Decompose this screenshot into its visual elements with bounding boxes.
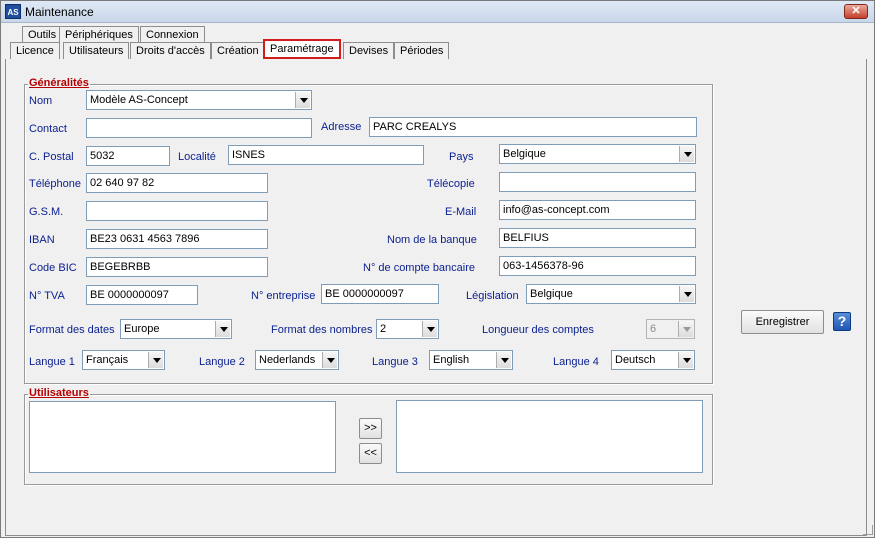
nom-select[interactable]: Modèle AS-Concept bbox=[86, 90, 312, 110]
tab-licence[interactable]: Licence bbox=[10, 42, 60, 59]
longueur-comptes-label: Longueur des comptes bbox=[482, 324, 594, 336]
gsm-field[interactable] bbox=[86, 201, 268, 221]
chevron-down-icon[interactable] bbox=[679, 146, 694, 162]
users-available-list[interactable] bbox=[29, 401, 336, 473]
langue1-label: Langue 1 bbox=[29, 356, 75, 368]
pays-select[interactable]: Belgique bbox=[499, 144, 696, 164]
tab-parametrage[interactable]: Paramétrage bbox=[263, 39, 341, 59]
tab-devises[interactable]: Devises bbox=[343, 42, 395, 59]
remove-user-button[interactable]: << bbox=[359, 443, 382, 464]
add-user-button[interactable]: >> bbox=[359, 418, 382, 439]
close-button[interactable]: ✕ bbox=[844, 4, 868, 19]
contact-field[interactable] bbox=[86, 118, 312, 138]
langue4-select[interactable]: Deutsch bbox=[611, 350, 695, 370]
help-icon[interactable]: ? bbox=[833, 312, 851, 331]
tab-periodes[interactable]: Périodes bbox=[394, 42, 450, 59]
users-selected-list[interactable] bbox=[396, 400, 703, 473]
iban-field[interactable]: BE23 0631 4563 7896 bbox=[86, 229, 268, 249]
langue3-label: Langue 3 bbox=[372, 356, 418, 368]
chevron-down-icon[interactable] bbox=[295, 92, 310, 108]
code-bic-field[interactable]: BEGEBRBB bbox=[86, 257, 268, 277]
langue4-label: Langue 4 bbox=[553, 356, 599, 368]
langue3-select[interactable]: English bbox=[429, 350, 513, 370]
langue1-select[interactable]: Français bbox=[82, 350, 165, 370]
chevron-down-icon[interactable] bbox=[496, 352, 511, 368]
localite-field[interactable]: ISNES bbox=[228, 145, 424, 165]
longueur-comptes-select: 6 bbox=[646, 319, 695, 339]
localite-label: Localité bbox=[178, 151, 216, 163]
chevron-down-icon[interactable] bbox=[215, 321, 230, 337]
langue2-select[interactable]: Nederlands bbox=[255, 350, 339, 370]
resize-grip[interactable] bbox=[863, 525, 873, 535]
legislation-select[interactable]: Belgique bbox=[526, 284, 696, 304]
save-button[interactable]: Enregistrer bbox=[741, 310, 824, 334]
nom-banque-label: Nom de la banque bbox=[387, 234, 477, 246]
telephone-label: Téléphone bbox=[29, 178, 81, 190]
contact-label: Contact bbox=[29, 123, 67, 135]
format-dates-label: Format des dates bbox=[29, 324, 115, 336]
chevron-down-icon[interactable] bbox=[679, 286, 694, 302]
legislation-label: Législation bbox=[466, 290, 519, 302]
entreprise-field[interactable]: BE 0000000097 bbox=[321, 284, 439, 304]
tab-droits-acces[interactable]: Droits d'accès bbox=[130, 42, 211, 59]
entreprise-label: N° entreprise bbox=[251, 290, 316, 302]
tab-creation[interactable]: Création bbox=[211, 42, 265, 59]
adresse-field[interactable]: PARC CREALYS bbox=[369, 117, 697, 137]
telecopie-field[interactable] bbox=[499, 172, 696, 192]
email-field[interactable]: info@as-concept.com bbox=[499, 200, 696, 220]
tab-peripheriques[interactable]: Périphériques bbox=[59, 26, 139, 43]
telecopie-label: Télécopie bbox=[427, 178, 475, 190]
email-label: E-Mail bbox=[445, 206, 477, 218]
code-postal-label: C. Postal bbox=[29, 151, 74, 163]
telephone-field[interactable]: 02 640 97 82 bbox=[86, 173, 268, 193]
app-icon: AS bbox=[5, 4, 21, 19]
nom-banque-field[interactable]: BELFIUS bbox=[499, 228, 696, 248]
langue2-label: Langue 2 bbox=[199, 356, 245, 368]
tva-label: N° TVA bbox=[29, 290, 65, 302]
title-bar: AS Maintenance ✕ bbox=[1, 1, 874, 23]
compte-bancaire-label: N° de compte bancaire bbox=[363, 262, 476, 274]
adresse-label: Adresse bbox=[321, 121, 362, 133]
format-nombres-label: Format des nombres bbox=[271, 324, 373, 336]
format-nombres-select[interactable]: 2 bbox=[376, 319, 439, 339]
code-bic-label: Code BIC bbox=[29, 262, 77, 274]
nom-label: Nom bbox=[29, 95, 53, 107]
chevron-down-icon[interactable] bbox=[322, 352, 337, 368]
chevron-down-icon[interactable] bbox=[422, 321, 437, 337]
format-dates-select[interactable]: Europe bbox=[120, 319, 232, 339]
generalites-title: Généralités bbox=[28, 77, 90, 89]
chevron-down-icon[interactable] bbox=[148, 352, 163, 368]
tab-utilisateurs[interactable]: Utilisateurs bbox=[63, 42, 130, 59]
chevron-down-icon[interactable] bbox=[678, 352, 693, 368]
chevron-down-icon bbox=[678, 321, 693, 337]
gsm-label: G.S.M. bbox=[29, 206, 64, 218]
utilisateurs-title: Utilisateurs bbox=[28, 387, 90, 399]
tva-field[interactable]: BE 0000000097 bbox=[86, 285, 198, 305]
code-postal-field[interactable]: 5032 bbox=[86, 146, 170, 166]
tab-outils[interactable]: Outils bbox=[22, 26, 63, 43]
iban-label: IBAN bbox=[29, 234, 55, 246]
maintenance-window: AS Maintenance ✕ Outils Périphériques Co… bbox=[0, 0, 875, 538]
compte-bancaire-field[interactable]: 063-1456378-96 bbox=[499, 256, 696, 276]
window-title: Maintenance bbox=[25, 5, 94, 19]
pays-label: Pays bbox=[449, 151, 474, 163]
tab-connexion[interactable]: Connexion bbox=[140, 26, 205, 43]
